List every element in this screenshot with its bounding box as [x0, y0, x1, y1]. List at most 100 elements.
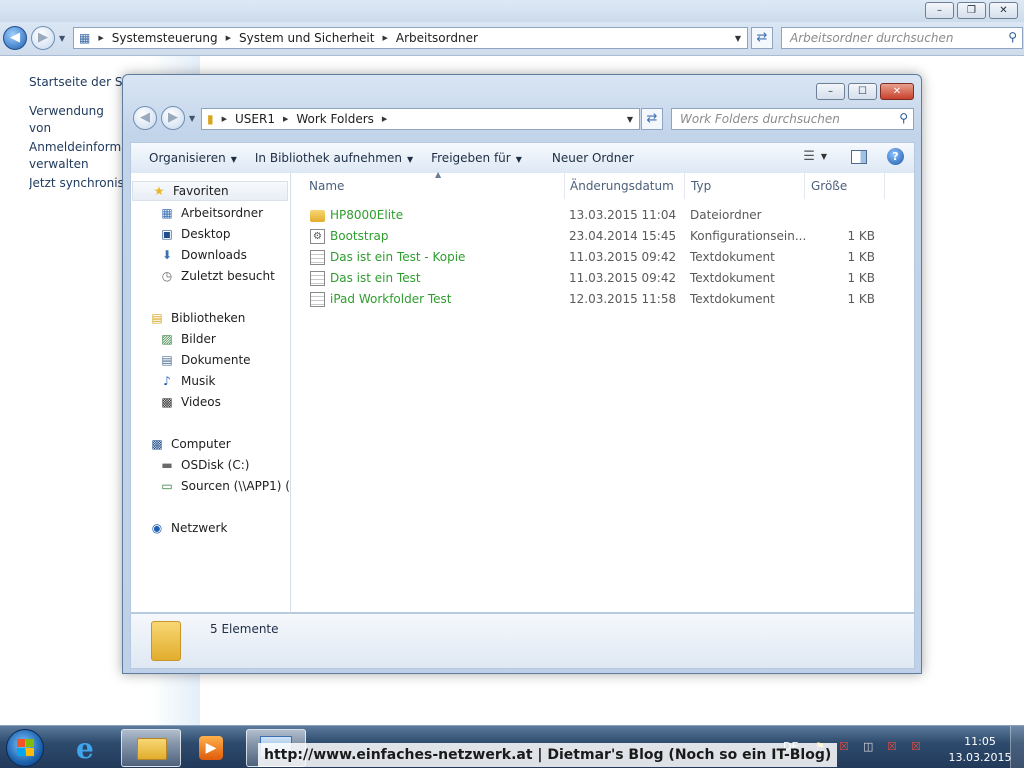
power-warning-icon[interactable]: ☒: [911, 740, 921, 753]
link-sync-now[interactable]: Jetzt synchronisie: [29, 175, 124, 192]
nav-item-videos[interactable]: ▩ Videos: [159, 392, 221, 412]
file-row-bootstrap[interactable]: ⚙ Bootstrap 23.04.2014 15:45 Konfigurati…: [303, 226, 903, 247]
file-date: 23.04.2014 15:45: [569, 229, 677, 243]
breadcrumb-work-folders[interactable]: Work Folders: [296, 112, 374, 126]
nav-favorites[interactable]: ★ Favoriten: [132, 181, 288, 201]
network-error-icon[interactable]: ☒: [839, 740, 849, 753]
column-header-date[interactable]: Änderungsdatum: [564, 173, 685, 199]
show-desktop-button[interactable]: [1010, 726, 1024, 768]
background-address-bar[interactable]: ▦ ▶ Systemsteuerung ▶ System und Sicherh…: [73, 27, 748, 49]
help-icon[interactable]: ?: [887, 148, 904, 165]
breadcrumb-systemsteuerung[interactable]: Systemsteuerung: [112, 31, 218, 45]
background-maximize-button[interactable]: ❐: [957, 2, 986, 19]
nav-libraries-label: Bibliotheken: [171, 311, 246, 325]
background-task-links: Startseite der Syst Verwendung von Arbei…: [29, 74, 124, 194]
background-window-address-row: ◀ ▶ ▼ ▦ ▶ Systemsteuerung ▶ System und S…: [0, 22, 1024, 56]
refresh-button[interactable]: ⇄: [641, 108, 663, 130]
nav-item-recent[interactable]: ◷ Zuletzt besucht: [159, 266, 275, 286]
nav-network-label: Netzwerk: [171, 521, 228, 535]
link-home[interactable]: Startseite der Syst: [29, 74, 124, 91]
minimize-button[interactable]: –: [816, 83, 845, 100]
nav-item-label: Bilder: [181, 332, 216, 346]
maximize-button[interactable]: ☐: [848, 83, 877, 100]
nav-item-music[interactable]: ♪ Musik: [159, 371, 215, 391]
taskbar-explorer[interactable]: [121, 729, 181, 767]
background-close-button[interactable]: ✕: [989, 2, 1018, 19]
nav-network[interactable]: ◉ Netzwerk: [149, 518, 228, 538]
column-header-type[interactable]: Typ: [685, 173, 805, 199]
content-area: ★ Favoriten ▦ Arbeitsordner ▣ Desktop ⬇ …: [130, 170, 915, 613]
forward-button[interactable]: ▶: [161, 106, 185, 130]
background-forward-button[interactable]: ▶: [31, 26, 55, 50]
file-type: Konfigurationsein...: [690, 229, 807, 243]
nav-item-pictures[interactable]: ▨ Bilder: [159, 329, 216, 349]
start-button[interactable]: [6, 729, 44, 767]
folder-icon: [310, 210, 325, 222]
breadcrumb-system-und-sicherheit[interactable]: System und Sicherheit: [239, 31, 375, 45]
network-drive-icon: ▭: [161, 479, 173, 493]
organize-button[interactable]: Organisieren ▼: [149, 151, 237, 165]
taskbar-internet-explorer[interactable]: e: [62, 729, 117, 767]
preview-pane-icon[interactable]: [851, 149, 867, 164]
nav-item-label: Zuletzt besucht: [181, 269, 275, 283]
address-dropdown-icon[interactable]: ▼: [627, 115, 633, 124]
close-button[interactable]: ✕: [880, 83, 914, 100]
background-history-dropdown-icon[interactable]: ▼: [59, 34, 65, 43]
file-row-ipad-test[interactable]: iPad Workfolder Test 12.03.2015 11:58 Te…: [303, 289, 903, 310]
search-input[interactable]: Work Folders durchsuchen ⚲: [671, 108, 914, 130]
file-row-test[interactable]: Das ist ein Test 11.03.2015 09:42 Textdo…: [303, 268, 903, 289]
window-caption-buttons: – ☐ ✕: [816, 83, 914, 102]
text-file-icon: [310, 271, 325, 286]
nav-libraries[interactable]: ▤ Bibliotheken: [149, 308, 245, 328]
background-minimize-button[interactable]: –: [925, 2, 954, 19]
file-size: 1 KB: [847, 292, 875, 306]
nav-item-network-drive[interactable]: ▭ Sourcen (\\APP1) (Z: [159, 476, 290, 496]
breadcrumb-user1[interactable]: USER1: [235, 112, 275, 126]
music-icon: ♪: [163, 374, 171, 388]
nav-favorites-label: Favoriten: [173, 184, 229, 198]
back-button[interactable]: ◀: [133, 106, 157, 130]
clock-date[interactable]: 13.03.2015: [941, 751, 1019, 764]
address-dropdown-icon[interactable]: ▼: [735, 34, 741, 43]
background-search-input[interactable]: Arbeitsordner durchsuchen ⚲: [781, 27, 1023, 49]
file-row-test-kopie[interactable]: Das ist ein Test - Kopie 11.03.2015 09:4…: [303, 247, 903, 268]
command-bar-right: ☰ ▼ ?: [803, 148, 904, 165]
volume-muted-icon[interactable]: ☒: [887, 740, 897, 753]
nav-item-label: Desktop: [181, 227, 231, 241]
column-header-size[interactable]: Größe: [805, 173, 885, 199]
breadcrumb-arbeitsordner[interactable]: Arbeitsordner: [396, 31, 478, 45]
background-back-button[interactable]: ◀: [3, 26, 27, 50]
nav-computer[interactable]: ▩ Computer: [149, 434, 230, 454]
new-folder-button[interactable]: Neuer Ordner: [552, 151, 634, 165]
nav-item-arbeitsordner[interactable]: ▦ Arbeitsordner: [159, 203, 263, 223]
file-date: 13.03.2015 11:04: [569, 208, 677, 222]
search-placeholder: Work Folders durchsuchen: [680, 112, 840, 126]
taskbar-media-player[interactable]: ▶: [186, 729, 241, 767]
address-bar[interactable]: ▮ ▶ USER1 ▶ Work Folders ▶ ▼: [201, 108, 640, 130]
file-row-hp8000elite[interactable]: HP8000Elite 13.03.2015 11:04 Dateiordner: [303, 205, 903, 226]
clock-time[interactable]: 11:05: [955, 735, 1005, 748]
background-refresh-button[interactable]: ⇄: [751, 27, 773, 49]
file-type: Textdokument: [690, 271, 775, 285]
include-library-label: In Bibliothek aufnehmen: [254, 151, 402, 165]
link-manage-credentials[interactable]: Anmeldeinformat verwalten: [29, 139, 124, 173]
column-header-name[interactable]: Name ▲: [303, 170, 565, 199]
view-options-icon[interactable]: ☰: [803, 149, 815, 164]
nav-item-osdisk[interactable]: ▬ OSDisk (C:): [159, 455, 249, 475]
history-dropdown-icon[interactable]: ▼: [189, 114, 195, 123]
search-icon[interactable]: ⚲: [899, 111, 908, 125]
text-file-icon: [310, 292, 325, 307]
link-use-work-folders[interactable]: Verwendung von Arbeitsordnern be: [29, 103, 124, 137]
nav-item-downloads[interactable]: ⬇ Downloads: [159, 245, 247, 265]
include-in-library-button[interactable]: In Bibliothek aufnehmen ▼: [255, 151, 413, 165]
file-name: HP8000Elite: [330, 208, 404, 222]
share-with-button[interactable]: Freigeben für ▼: [431, 151, 522, 165]
file-date: 11.03.2015 09:42: [569, 250, 677, 264]
nav-item-documents[interactable]: ▤ Dokumente: [159, 350, 250, 370]
sync-status-icon[interactable]: ◫: [863, 740, 873, 753]
nav-item-desktop[interactable]: ▣ Desktop: [159, 224, 231, 244]
view-dropdown-icon[interactable]: ▼: [821, 152, 827, 161]
search-icon[interactable]: ⚲: [1008, 30, 1017, 44]
config-file-icon: ⚙: [310, 229, 325, 244]
background-search-placeholder: Arbeitsordner durchsuchen: [790, 31, 954, 45]
